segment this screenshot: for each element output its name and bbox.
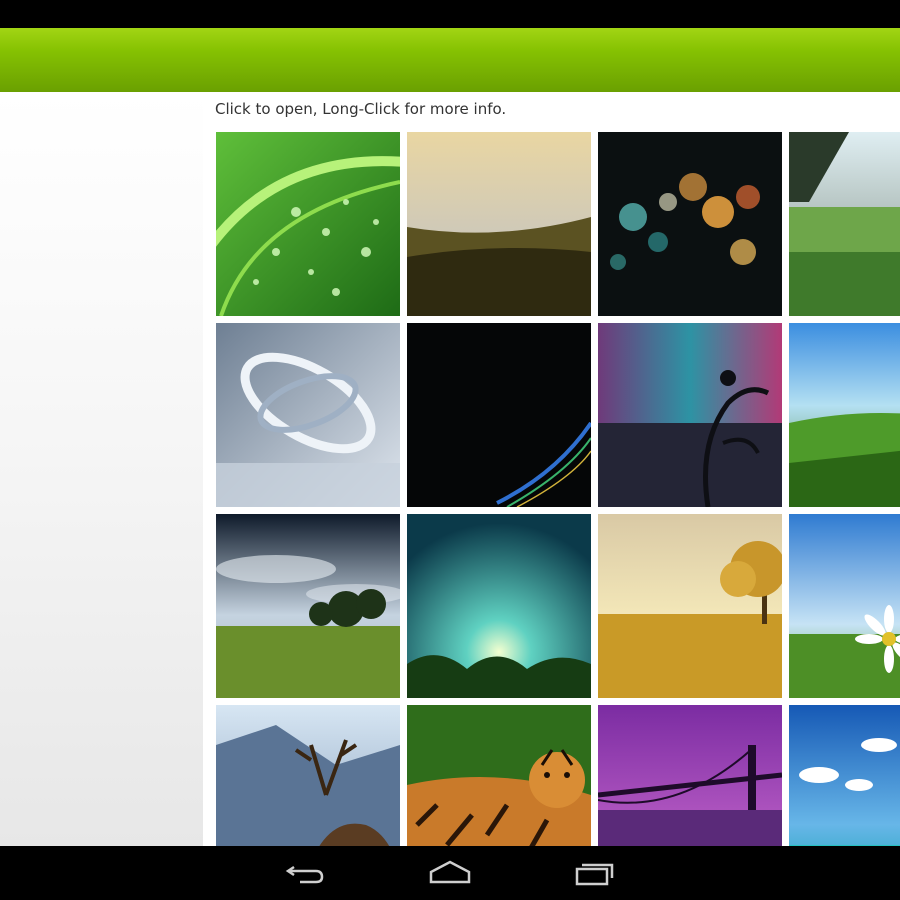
dark-color-streak-image bbox=[407, 323, 591, 507]
wallpaper-thumbnail-green-leaf-drops[interactable] bbox=[216, 132, 400, 316]
wallpaper-thumbnail-floral-swirl-art[interactable] bbox=[598, 323, 782, 507]
wallpaper-thumbnail-trees-under-cloudy-sky[interactable] bbox=[216, 514, 400, 698]
wallpaper-thumbnail-sunlit-meadow[interactable] bbox=[789, 132, 900, 316]
recent-apps-button[interactable] bbox=[572, 858, 620, 888]
green-leaf-drops-image bbox=[216, 132, 400, 316]
wallpaper-thumbnail-bokeh-lights[interactable] bbox=[598, 132, 782, 316]
wallpaper-thumbnail-golden-field-tree[interactable] bbox=[598, 514, 782, 698]
abstract-silver-rings-image bbox=[216, 323, 400, 507]
green-grass-blur-image bbox=[789, 323, 900, 507]
wallpaper-thumbnail-green-grass-blur[interactable] bbox=[789, 323, 900, 507]
trees-under-cloudy-sky-image bbox=[216, 514, 400, 698]
instruction-text: Click to open, Long-Click for more info. bbox=[215, 100, 507, 118]
wallpaper-browser: Click to open, Long-Click for more info. bbox=[203, 92, 900, 889]
wallpaper-grid bbox=[216, 132, 900, 889]
wallpaper-thumbnail-sunset-grass-hill[interactable] bbox=[407, 132, 591, 316]
floral-swirl-art-image bbox=[598, 323, 782, 507]
wallpaper-thumbnail-abstract-silver-rings[interactable] bbox=[216, 323, 400, 507]
home-button[interactable] bbox=[426, 858, 474, 888]
bokeh-lights-image bbox=[598, 132, 782, 316]
wallpaper-thumbnail-daisy-blue-sky[interactable] bbox=[789, 514, 900, 698]
wallpaper-thumbnail-dark-color-streak[interactable] bbox=[407, 323, 591, 507]
daisy-blue-sky-image bbox=[789, 514, 900, 698]
teal-light-rays-image bbox=[407, 514, 591, 698]
navigation-bar bbox=[0, 846, 900, 900]
wallpaper-thumbnail-teal-light-rays[interactable] bbox=[407, 514, 591, 698]
action-bar bbox=[0, 28, 900, 92]
back-icon bbox=[285, 865, 324, 884]
recent-apps-icon bbox=[575, 863, 614, 886]
home-icon bbox=[429, 860, 471, 884]
content-area: Click to open, Long-Click for more info. bbox=[0, 92, 900, 889]
status-bar bbox=[0, 0, 900, 28]
golden-field-tree-image bbox=[598, 514, 782, 698]
back-button[interactable] bbox=[282, 858, 330, 888]
sunset-grass-hill-image bbox=[407, 132, 591, 316]
sidebar-panel bbox=[0, 92, 203, 846]
sunlit-meadow-image bbox=[789, 132, 900, 316]
screen: Click to open, Long-Click for more info. bbox=[0, 0, 900, 900]
